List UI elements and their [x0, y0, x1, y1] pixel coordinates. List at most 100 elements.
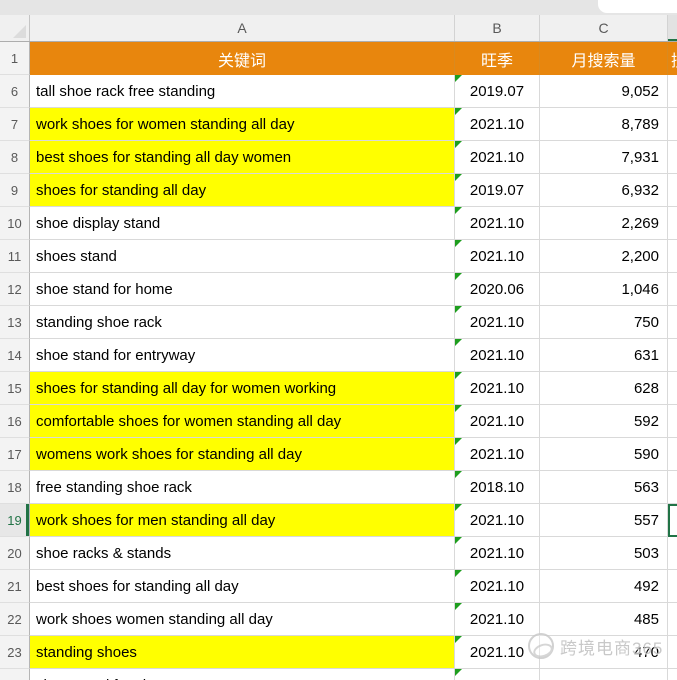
- volume-cell[interactable]: 2,269: [540, 207, 668, 240]
- row-number[interactable]: 24: [0, 669, 30, 680]
- row-number[interactable]: 21: [0, 570, 30, 603]
- next-column-cell[interactable]: [668, 174, 677, 207]
- keyword-cell[interactable]: free standing shoe rack: [30, 471, 455, 504]
- keyword-cell[interactable]: work shoes for men standing all day: [30, 504, 455, 537]
- row-number[interactable]: 7: [0, 108, 30, 141]
- volume-cell[interactable]: 750: [540, 306, 668, 339]
- row-number[interactable]: 20: [0, 537, 30, 570]
- header-cell-next-partial[interactable]: 搜: [668, 42, 677, 75]
- keyword-cell[interactable]: comfortable shoes for women standing all…: [30, 405, 455, 438]
- row-number[interactable]: 15: [0, 372, 30, 405]
- next-column-cell[interactable]: [668, 537, 677, 570]
- column-header-b[interactable]: B: [455, 15, 540, 41]
- row-number[interactable]: 13: [0, 306, 30, 339]
- volume-cell[interactable]: 470: [540, 636, 668, 669]
- column-header-c[interactable]: C: [540, 15, 668, 41]
- row-number[interactable]: 8: [0, 141, 30, 174]
- keyword-cell[interactable]: best shoes for standing all day: [30, 570, 455, 603]
- keyword-cell[interactable]: best shoes for standing all day women: [30, 141, 455, 174]
- volume-cell[interactable]: 7,931: [540, 141, 668, 174]
- next-column-cell[interactable]: [668, 471, 677, 504]
- keyword-cell[interactable]: standing shoes: [30, 636, 455, 669]
- row-number[interactable]: 9: [0, 174, 30, 207]
- keyword-cell[interactable]: shoes for standing all day for women wor…: [30, 372, 455, 405]
- next-column-cell[interactable]: [668, 240, 677, 273]
- volume-cell[interactable]: 2,200: [540, 240, 668, 273]
- row-number[interactable]: 12: [0, 273, 30, 306]
- keyword-cell[interactable]: shoe racks & stands: [30, 537, 455, 570]
- season-cell[interactable]: 2021.10: [455, 372, 540, 405]
- header-cell-keyword[interactable]: 关键词: [30, 42, 455, 75]
- next-column-cell[interactable]: [668, 207, 677, 240]
- season-cell[interactable]: 2021.10: [455, 108, 540, 141]
- keyword-cell[interactable]: standing shoe rack: [30, 306, 455, 339]
- volume-cell[interactable]: 563: [540, 471, 668, 504]
- row-number[interactable]: 11: [0, 240, 30, 273]
- keyword-cell[interactable]: work shoes women standing all day: [30, 603, 455, 636]
- row-number[interactable]: 14: [0, 339, 30, 372]
- keyword-cell[interactable]: shoes for standing all day: [30, 174, 455, 207]
- volume-cell[interactable]: 8,789: [540, 108, 668, 141]
- keyword-cell[interactable]: shoe stand for shoes: [30, 669, 455, 680]
- row-number[interactable]: 17: [0, 438, 30, 471]
- season-cell[interactable]: 2021.10: [455, 438, 540, 471]
- keyword-cell[interactable]: womens work shoes for standing all day: [30, 438, 455, 471]
- season-cell[interactable]: 2021.10: [455, 306, 540, 339]
- header-cell-season[interactable]: 旺季: [455, 42, 540, 75]
- next-column-cell[interactable]: [668, 273, 677, 306]
- row-number-1[interactable]: 1: [0, 42, 30, 75]
- next-column-cell[interactable]: [668, 405, 677, 438]
- season-cell[interactable]: 2021.10: [455, 636, 540, 669]
- next-column-cell[interactable]: [668, 339, 677, 372]
- next-column-cell[interactable]: [668, 108, 677, 141]
- header-cell-volume[interactable]: 月搜索量: [540, 42, 668, 75]
- volume-cell[interactable]: 628: [540, 372, 668, 405]
- row-number[interactable]: 10: [0, 207, 30, 240]
- row-number[interactable]: 23: [0, 636, 30, 669]
- keyword-cell[interactable]: shoe stand for home: [30, 273, 455, 306]
- row-number[interactable]: 6: [0, 75, 30, 108]
- season-cell[interactable]: 2021.10: [455, 669, 540, 680]
- volume-cell[interactable]: 6,932: [540, 174, 668, 207]
- formula-bar-tab[interactable]: [598, 0, 677, 13]
- season-cell[interactable]: 2021.10: [455, 504, 540, 537]
- volume-cell[interactable]: 557: [540, 504, 668, 537]
- row-number[interactable]: 22: [0, 603, 30, 636]
- next-column-cell[interactable]: [668, 438, 677, 471]
- next-column-cell[interactable]: [668, 75, 677, 108]
- volume-cell[interactable]: 503: [540, 537, 668, 570]
- next-column-cell[interactable]: [668, 306, 677, 339]
- season-cell[interactable]: 2021.10: [455, 207, 540, 240]
- column-header-d-selected[interactable]: [668, 15, 677, 41]
- volume-cell[interactable]: 631: [540, 339, 668, 372]
- row-number[interactable]: 16: [0, 405, 30, 438]
- next-column-cell[interactable]: [668, 141, 677, 174]
- keyword-cell[interactable]: shoe display stand: [30, 207, 455, 240]
- volume-cell[interactable]: 590: [540, 438, 668, 471]
- volume-cell[interactable]: 410: [540, 669, 668, 680]
- season-cell[interactable]: 2021.10: [455, 141, 540, 174]
- volume-cell[interactable]: 9,052: [540, 75, 668, 108]
- next-column-cell[interactable]: [668, 603, 677, 636]
- season-cell[interactable]: 2021.10: [455, 339, 540, 372]
- keyword-cell[interactable]: shoes stand: [30, 240, 455, 273]
- season-cell[interactable]: 2019.07: [455, 174, 540, 207]
- keyword-cell[interactable]: work shoes for women standing all day: [30, 108, 455, 141]
- select-all-corner[interactable]: [0, 15, 30, 41]
- next-column-cell[interactable]: [668, 669, 677, 680]
- next-column-cell[interactable]: [668, 570, 677, 603]
- volume-cell[interactable]: 1,046: [540, 273, 668, 306]
- season-cell[interactable]: 2021.10: [455, 537, 540, 570]
- next-column-cell[interactable]: [668, 636, 677, 669]
- season-cell[interactable]: 2019.07: [455, 75, 540, 108]
- next-column-cell[interactable]: [668, 504, 677, 537]
- volume-cell[interactable]: 492: [540, 570, 668, 603]
- column-header-a[interactable]: A: [30, 15, 455, 41]
- season-cell[interactable]: 2021.10: [455, 570, 540, 603]
- season-cell[interactable]: 2021.10: [455, 603, 540, 636]
- volume-cell[interactable]: 592: [540, 405, 668, 438]
- row-number[interactable]: 18: [0, 471, 30, 504]
- season-cell[interactable]: 2021.10: [455, 405, 540, 438]
- keyword-cell[interactable]: shoe stand for entryway: [30, 339, 455, 372]
- season-cell[interactable]: 2021.10: [455, 240, 540, 273]
